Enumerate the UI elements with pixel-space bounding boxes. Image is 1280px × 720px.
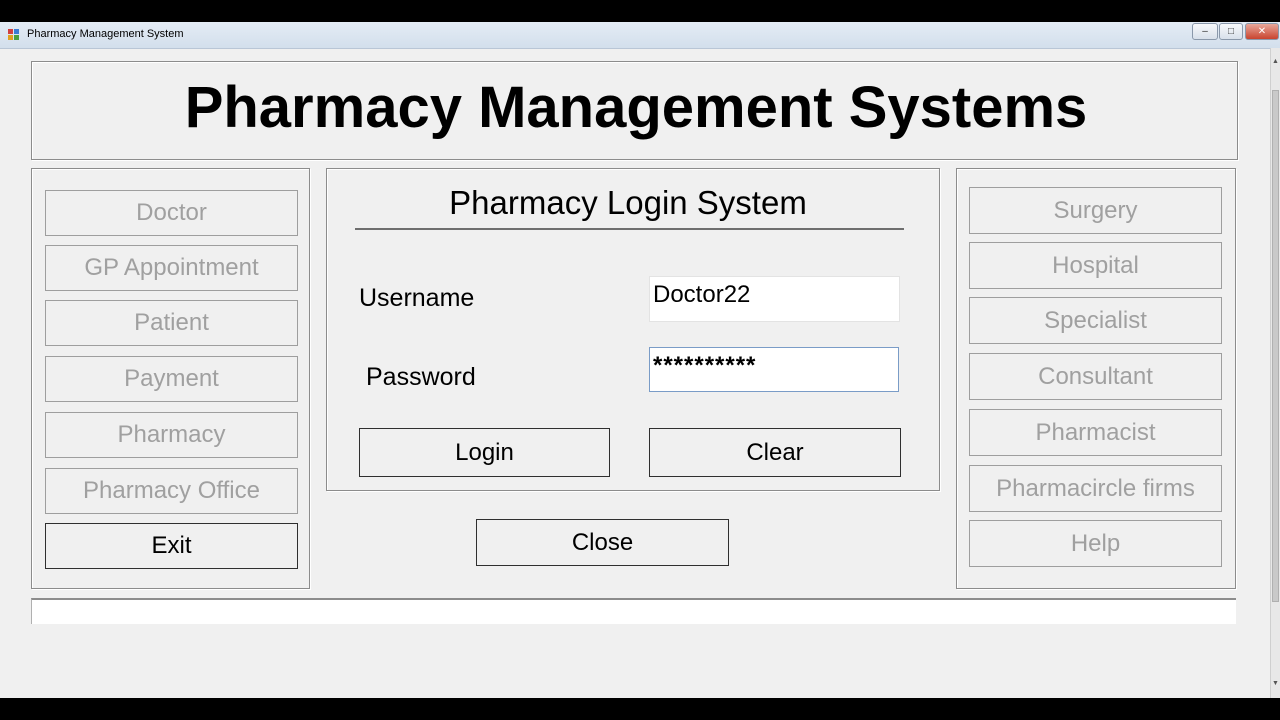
title-divider (355, 228, 904, 230)
maximize-button[interactable]: □ (1219, 23, 1243, 40)
vertical-scrollbar[interactable]: ▲ ▼ (1270, 48, 1280, 698)
consultant-button[interactable]: Consultant (969, 353, 1222, 400)
app-grid-icon (8, 29, 20, 41)
login-title: Pharmacy Login System (449, 184, 807, 221)
patient-button[interactable]: Patient (45, 300, 298, 346)
specialist-button[interactable]: Specialist (969, 297, 1222, 344)
close-button[interactable]: Close (476, 519, 729, 566)
minimize-button[interactable]: – (1192, 23, 1218, 40)
login-button[interactable]: Login (359, 428, 610, 477)
hospital-button[interactable]: Hospital (969, 242, 1222, 289)
scrollbar-thumb[interactable] (1272, 90, 1279, 602)
title-bar[interactable]: Pharmacy Management System – □ ✕ (0, 22, 1280, 49)
pharmacircle-firms-button[interactable]: Pharmacircle firms (969, 465, 1222, 512)
surgery-button[interactable]: Surgery (969, 187, 1222, 234)
window-title: Pharmacy Management System (27, 28, 184, 40)
help-button[interactable]: Help (969, 520, 1222, 567)
exit-button[interactable]: Exit (45, 523, 298, 569)
status-strip (31, 598, 1236, 624)
clear-button[interactable]: Clear (649, 428, 901, 477)
username-label: Username (359, 284, 475, 312)
password-field[interactable]: ********** (649, 347, 899, 392)
pharmacy-button[interactable]: Pharmacy (45, 412, 298, 458)
scroll-up-icon[interactable]: ▲ (1272, 58, 1279, 65)
password-label: Password (366, 363, 476, 391)
pharmacist-button[interactable]: Pharmacist (969, 409, 1222, 456)
payment-button[interactable]: Payment (45, 356, 298, 402)
gp-appointment-button[interactable]: GP Appointment (45, 245, 298, 291)
pharmacy-office-button[interactable]: Pharmacy Office (45, 468, 298, 514)
scroll-down-icon[interactable]: ▼ (1272, 680, 1279, 687)
page-title: Pharmacy Management Systems (184, 75, 1088, 140)
username-field[interactable]: Doctor22 (649, 276, 900, 322)
main-window: Pharmacy Management System – □ ✕ ▲ ▼ Pha… (0, 22, 1280, 698)
close-window-button[interactable]: ✕ (1245, 23, 1279, 40)
doctor-button[interactable]: Doctor (45, 190, 298, 236)
